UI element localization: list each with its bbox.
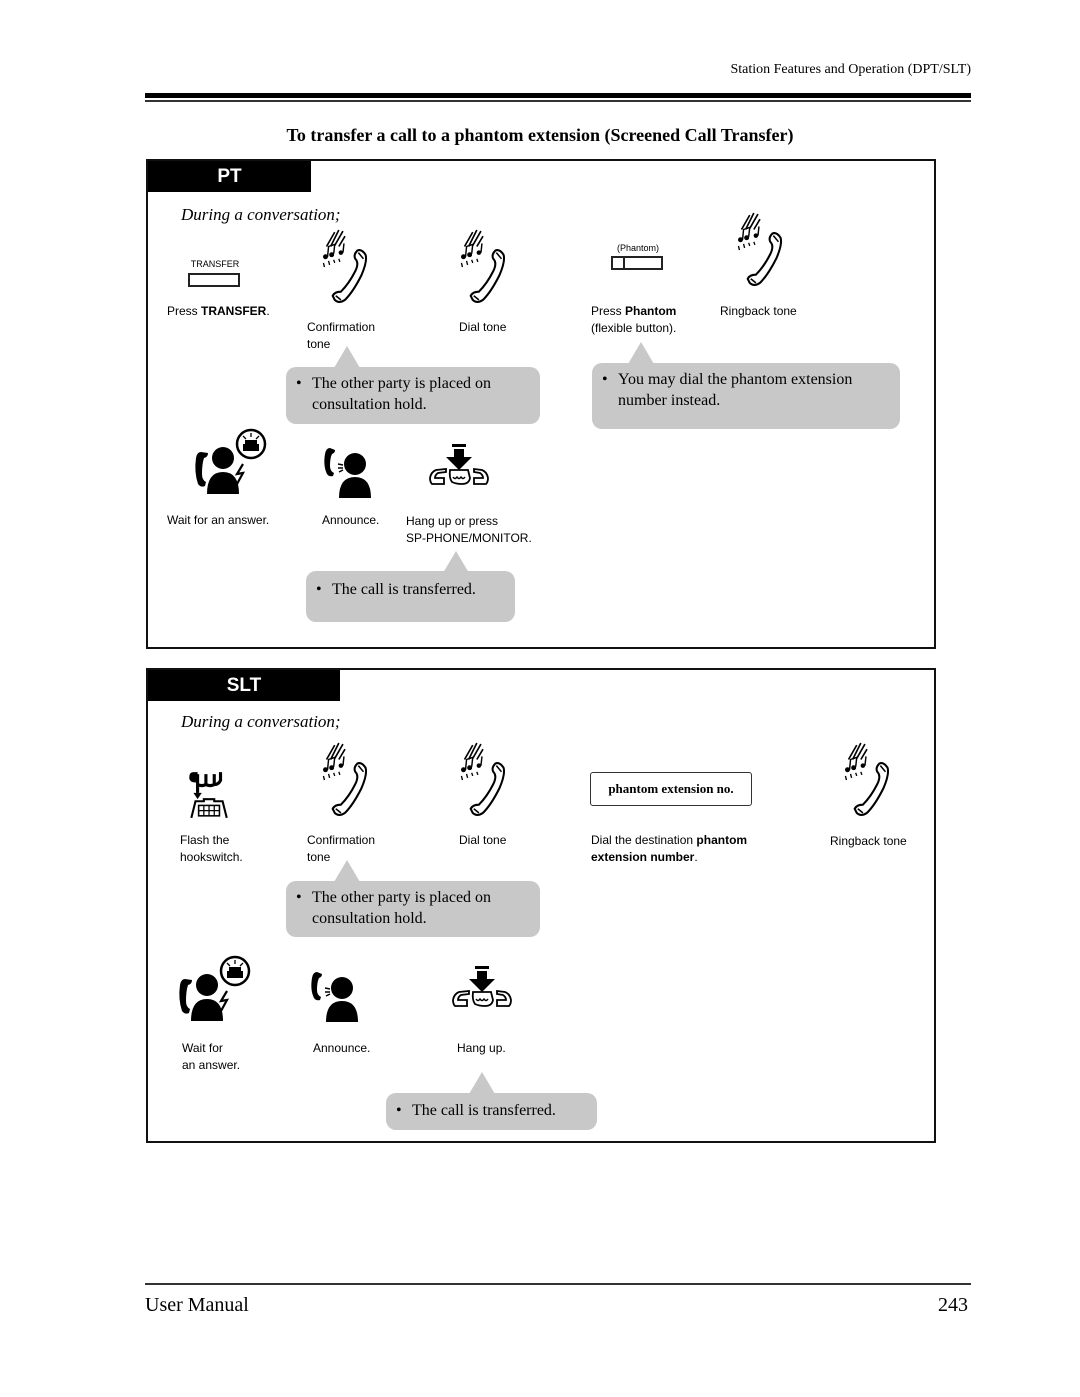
wait-answer-icon	[194, 428, 267, 496]
note-text: The call is transferred.	[332, 581, 476, 598]
handset-tone-icon	[321, 229, 368, 303]
announce-caption: Announce.	[313, 1041, 371, 1055]
footer-rule	[145, 1283, 971, 1285]
handset-tone-icon	[843, 742, 890, 816]
note-call-transferred: • The call is transferred.	[306, 571, 515, 622]
caption-text: .	[694, 850, 698, 864]
caption-line: SP-PHONE/MONITOR.	[406, 531, 532, 545]
caption-text: Dial the destination	[591, 833, 697, 847]
bullet: •	[296, 889, 302, 906]
slt-tab: SLT	[148, 670, 340, 701]
note-call-transferred: • The call is transferred.	[386, 1093, 597, 1130]
transfer-key-label: TRANSFER	[190, 259, 240, 269]
key-led-divider	[623, 256, 625, 270]
announce-icon	[310, 971, 359, 1023]
note-line: You may dial the phantom extension	[618, 371, 853, 388]
slt-panel: SLT	[146, 668, 936, 1143]
wait-answer-caption: Wait for an answer.	[182, 1040, 240, 1074]
note-text: The other party is placed on consultation…	[312, 887, 491, 929]
caption-line: Confirmation	[307, 320, 376, 334]
note-line: The other party is placed on	[312, 375, 492, 392]
handset-tone-icon	[321, 742, 368, 816]
page-number: 243	[938, 1294, 968, 1316]
ringback-tone-caption: Ringback tone	[830, 834, 907, 848]
phantom-extension-number-box[interactable]: phantom extension no.	[590, 772, 752, 806]
caption-line: extension number.	[591, 849, 747, 866]
note-text: The call is transferred.	[412, 1102, 556, 1119]
press-phantom-caption: Press Phantom (flexible button).	[591, 303, 676, 337]
hang-up-caption: Hang up.	[457, 1041, 506, 1055]
note-pointer	[443, 551, 469, 573]
caption-line: Press Phantom	[591, 303, 676, 320]
footer-title: User Manual	[145, 1294, 249, 1316]
note-line: The other party is placed on	[312, 889, 492, 906]
announce-icon	[323, 447, 372, 499]
caption-line: Wait for	[182, 1041, 223, 1055]
note-phantom-dial: • You may dial the phantom extension numbe…	[592, 363, 900, 429]
caption-bold: TRANSFER	[201, 304, 267, 318]
transfer-key[interactable]	[188, 273, 240, 287]
hang-up-icon	[452, 965, 512, 1007]
caption-line: (flexible button).	[591, 321, 677, 335]
caption-line: an answer.	[182, 1058, 241, 1072]
phantom-key[interactable]	[611, 256, 663, 270]
note-consultation-hold: • The other party is placed on consultatio…	[286, 881, 540, 937]
wait-answer-caption: Wait for an answer.	[167, 513, 270, 527]
hookswitch-icon	[187, 770, 229, 820]
caption-line: Dial the destination phantom	[591, 832, 747, 849]
caption-line: hookswitch.	[180, 850, 243, 864]
hang-up-icon	[429, 443, 489, 485]
bullet: •	[296, 375, 302, 392]
caption-bold: phantom	[696, 833, 748, 847]
caption-text: Press	[591, 304, 626, 318]
caption-line: Hang up or press	[406, 514, 499, 528]
caption-text: .	[266, 304, 270, 318]
caption-line: Flash the	[180, 833, 230, 847]
announce-caption: Announce.	[322, 513, 380, 527]
header-rule-thick	[145, 93, 971, 98]
handset-tone-icon	[459, 742, 506, 816]
dial-tone-caption: Dial tone	[459, 833, 507, 847]
bullet: •	[396, 1102, 402, 1119]
ringback-tone-caption: Ringback tone	[720, 304, 797, 318]
phantom-key-label: (Phantom)	[616, 243, 660, 253]
flash-hookswitch-caption: Flash the hookswitch.	[180, 832, 243, 866]
note-line: consultation hold.	[312, 396, 427, 413]
handset-tone-icon	[459, 229, 506, 303]
note-line: number instead.	[618, 392, 721, 409]
caption-bold: Phantom	[625, 304, 677, 318]
dial-destination-caption: Dial the destination phantom extension nu…	[591, 832, 747, 866]
running-head: Station Features and Operation (DPT/SLT)	[730, 62, 971, 77]
handset-tone-icon	[736, 212, 783, 286]
section-title: To transfer a call to a phantom extensio…	[286, 125, 794, 145]
note-pointer	[469, 1072, 495, 1094]
note-pointer	[628, 342, 654, 364]
header-rule-thin	[145, 100, 971, 102]
bullet: •	[316, 581, 322, 598]
bullet: •	[602, 371, 608, 388]
wait-answer-icon	[178, 955, 251, 1023]
pt-intro: During a conversation;	[181, 205, 341, 224]
dial-tone-caption: Dial tone	[459, 320, 507, 334]
note-pointer	[334, 346, 360, 368]
caption-bold: extension number	[591, 850, 695, 864]
press-transfer-caption: Press TRANSFER.	[167, 303, 270, 320]
note-consultation-hold: • The other party is placed on consultatio…	[286, 367, 540, 424]
note-text: You may dial the phantom extension number…	[618, 369, 852, 411]
note-text: The other party is placed on consultation…	[312, 373, 491, 415]
caption-line: Confirmation	[307, 833, 376, 847]
pt-tab: PT	[148, 161, 311, 192]
slt-intro: During a conversation;	[181, 712, 341, 731]
caption-text: Press	[167, 304, 202, 318]
note-pointer	[334, 860, 360, 882]
hang-up-caption: Hang up or press SP-PHONE/MONITOR.	[406, 513, 532, 547]
note-line: consultation hold.	[312, 910, 427, 927]
